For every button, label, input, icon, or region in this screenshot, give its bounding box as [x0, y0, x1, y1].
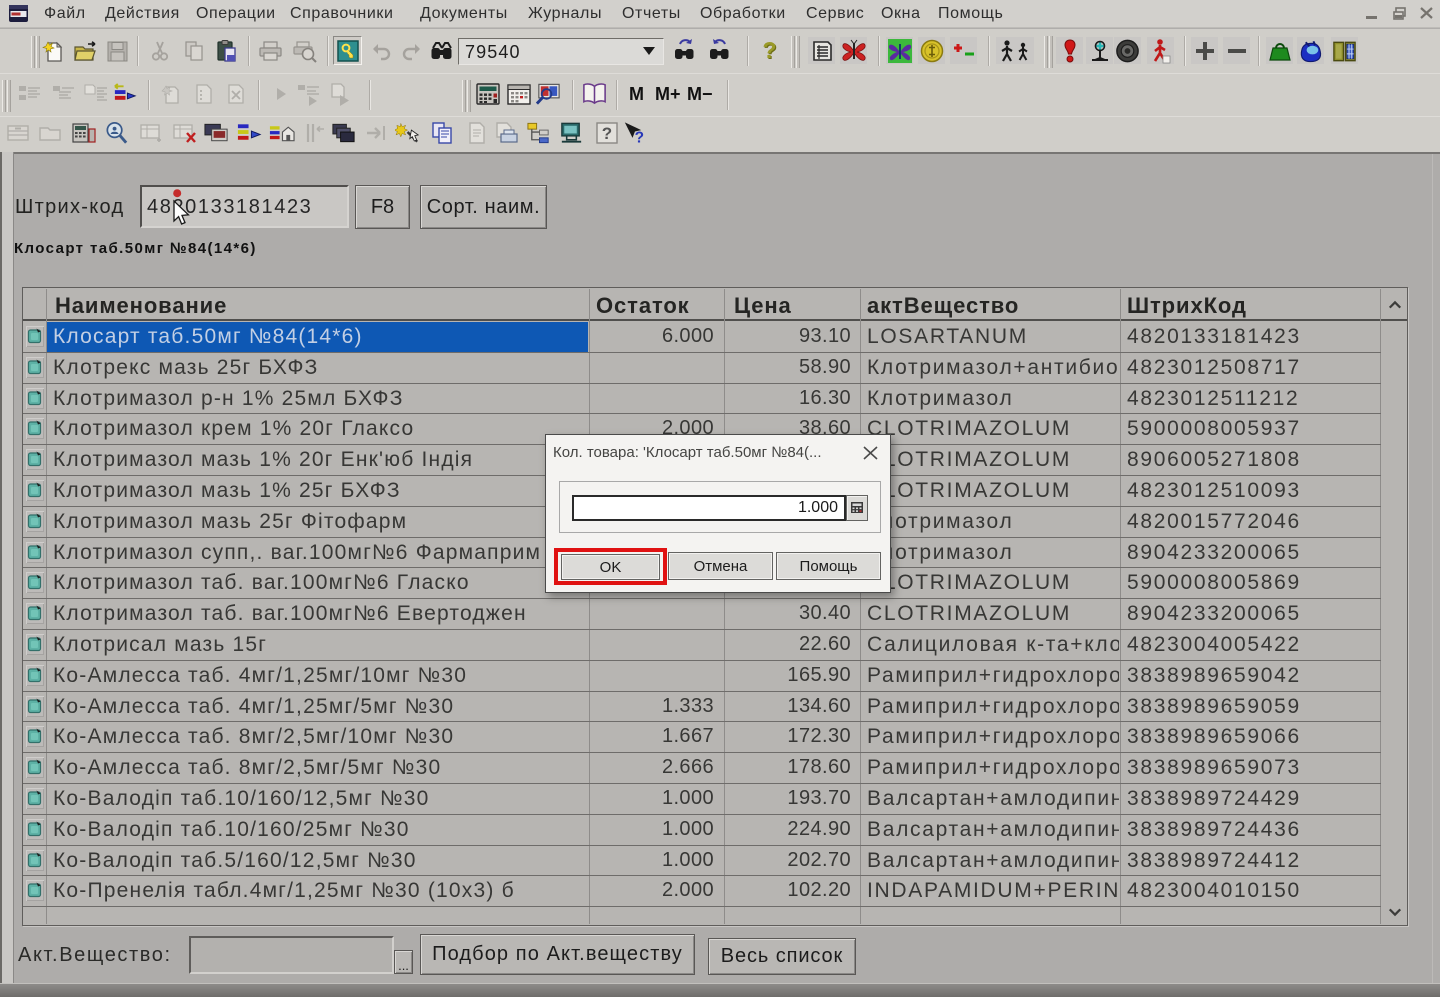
svg-text:?: ?: [635, 129, 644, 145]
svg-text:?: ?: [601, 124, 611, 143]
